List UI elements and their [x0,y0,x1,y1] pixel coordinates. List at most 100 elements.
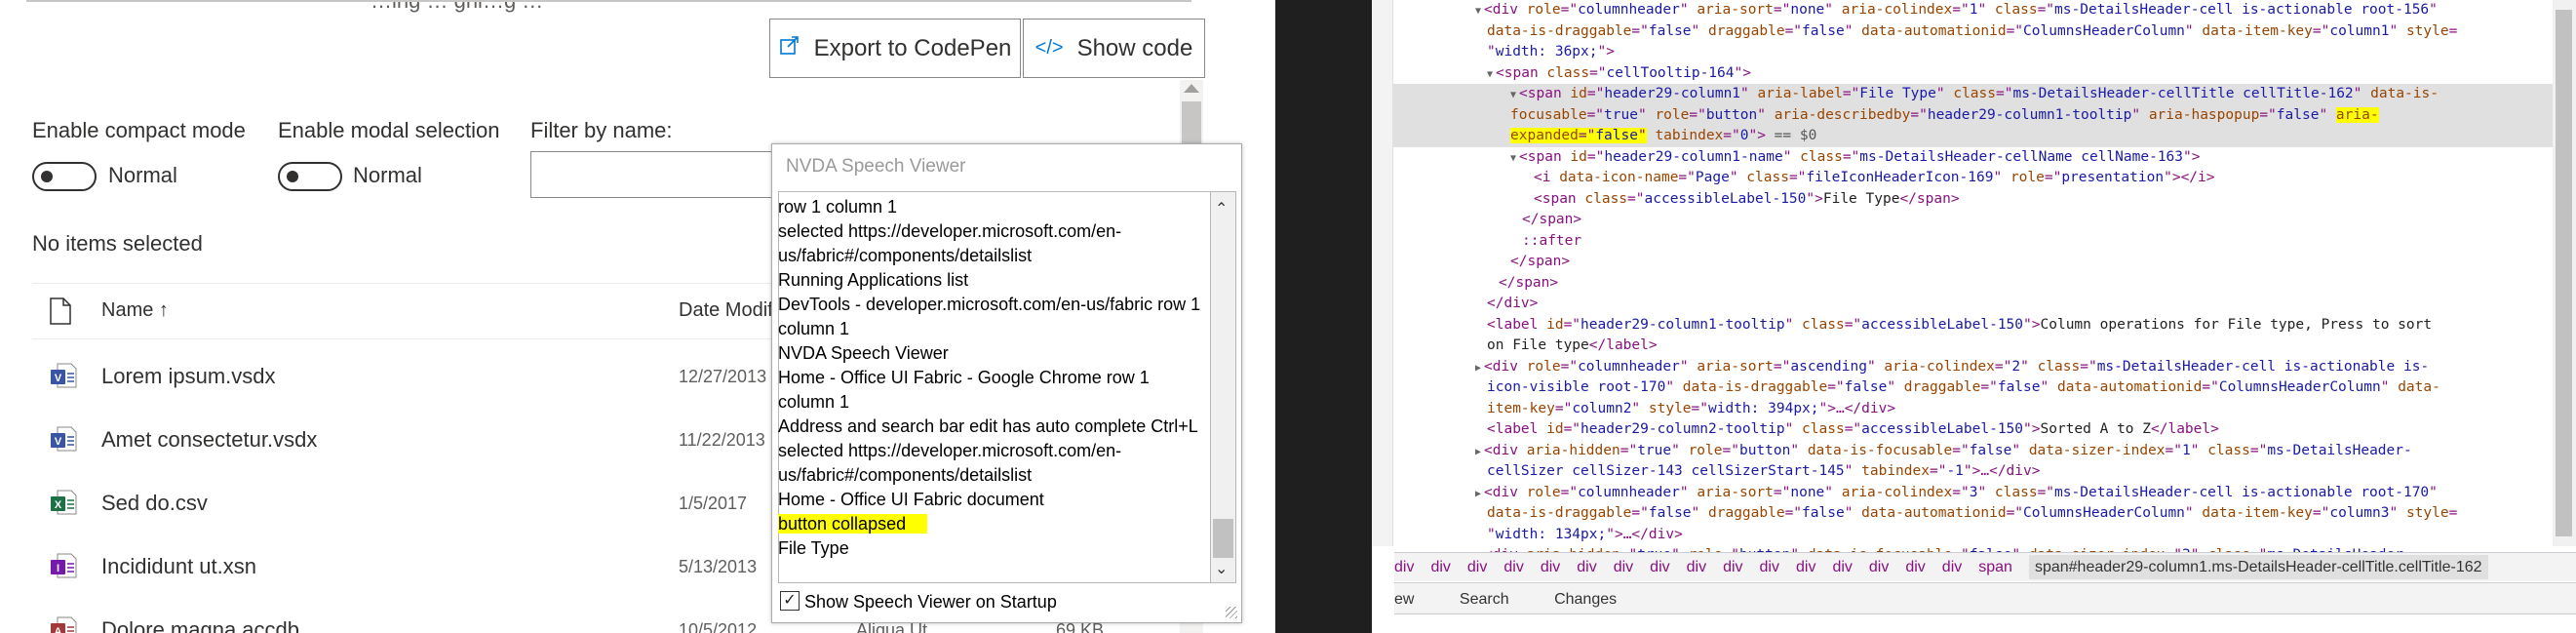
dom-token: =" [1560,358,1579,375]
column-header-file-type[interactable] [39,295,84,332]
dom-node-line[interactable]: </div> [1487,294,1538,315]
dom-node-line[interactable]: data-is-draggable="false" draggable="fal… [1487,503,2457,525]
breadcrumb-item[interactable]: div [1796,559,1815,575]
speech-line-text: selected https://developer.microsoft.com… [778,441,1122,460]
scroll-up-arrow-icon[interactable] [1184,84,1199,93]
dom-tree-scrollbar-thumb[interactable] [2556,10,2572,536]
dom-token: =" [2044,170,2062,185]
breadcrumb-item[interactable]: div [1430,559,1450,575]
breadcrumb-current[interactable]: span#header29-column1.ms-DetailsHeader-c… [2028,555,2488,579]
breadcrumb-item[interactable]: div [1614,559,1633,575]
modal-selection-toggle[interactable] [278,162,342,191]
dom-node-line[interactable]: icon-visible root-170" data-is-draggable… [1487,377,2440,399]
dom-token: role [2010,170,2045,185]
file-name[interactable]: Incididunt ut.xsn [101,554,256,579]
dom-node-line[interactable]: cellSizer cellSizer-143 cellSizerStart-1… [1487,461,2040,483]
dom-node-line[interactable]: "width: 36px;"> [1487,42,1615,63]
export-to-codepen-button[interactable]: Export to CodePen [769,19,1021,78]
breadcrumb-item[interactable]: div [1650,559,1669,575]
expand-triangle-closed-icon[interactable]: ▶ [1475,363,1481,374]
dom-node-line[interactable]: item-key="column2" style="width: 394px;"… [1487,399,1895,420]
show-code-button[interactable]: </> Show code [1023,19,1205,78]
dom-node-line[interactable]: ▼ <span class="cellTooltip-164"> [1487,63,1751,86]
expand-triangle-open-icon[interactable]: ▼ [1475,6,1481,17]
breadcrumb-item[interactable]: div [1760,559,1779,575]
resize-grip-icon[interactable] [1226,607,1237,618]
dom-token: role [1526,358,1561,375]
dom-node-line[interactable]: ▼ <div role="columnheader" aria-sort="non… [1475,0,2438,22]
breadcrumb-item[interactable]: div [1942,559,1962,575]
dom-node-line[interactable]: ▶<div aria-hidden="true" role="button" d… [1475,441,2412,463]
styles-filter-bar[interactable] [1394,615,2576,633]
dom-token: draggable [1903,379,1981,395]
dom-token: presentation [2061,170,2165,185]
breadcrumb-item[interactable]: div [1394,559,1414,575]
dom-token: </div> [1487,296,1539,311]
breadcrumb-item[interactable]: div [1832,559,1852,575]
export-label: Export to CodePen [813,34,1012,61]
dom-node-line[interactable]: </span> [1499,273,1558,295]
dom-token: data-icon-name [1559,170,1679,185]
expand-triangle-closed-icon[interactable]: ▶ [1475,489,1481,499]
dom-node-line[interactable]: <i data-icon-name="Page" class="fileIcon… [1534,168,2214,189]
expand-triangle-closed-icon[interactable]: ▶ [1475,447,1481,457]
toggle-knob [41,171,53,182]
expand-triangle-open-icon[interactable]: ▼ [1487,69,1493,80]
dom-node-line[interactable]: </span> [1522,210,1581,231]
dom-node-line[interactable]: </span> [1510,252,1570,273]
dom-token: button [1705,106,1758,123]
breadcrumb-item[interactable]: div [1687,559,1706,575]
breadcrumb-item[interactable]: span [1978,559,2012,575]
dom-node-line[interactable]: <label id="header29-column2-tooltip" cla… [1487,419,2219,441]
dom-node-line[interactable]: ▼ <span id="header29-column1-name" class=… [1510,147,2200,170]
dom-token: =" [2202,379,2219,395]
tab-changes[interactable]: Changes [1554,591,1617,608]
dom-token: " [2020,358,2038,375]
dom-node-line[interactable]: <label id="header29-column1-tooltip" cla… [1487,315,2432,336]
scroll-up-arrow-icon[interactable]: ⌃ [1215,199,1228,218]
dom-tree[interactable]: ▼ <div role="columnheader" aria-sort="non… [1372,0,2553,563]
breadcrumb-item[interactable]: div [1577,559,1596,575]
breadcrumb-item[interactable]: div [1541,559,1560,575]
breadcrumb-item[interactable]: div [1723,559,1742,575]
show-on-startup-label[interactable]: Show Speech Viewer on Startup [804,592,1057,613]
breadcrumb-item[interactable]: div [1869,559,1889,575]
breadcrumb-item[interactable]: div [1503,559,1523,575]
dom-node-line[interactable]: expanded="false" tabindex="0"> == $0 [1393,126,2553,147]
dom-node-line[interactable]: ▼ <span id="header29-column1" aria-label=… [1393,84,2553,106]
dom-token: class [1584,190,1628,207]
file-name[interactable]: Dolore magna.accdb [101,617,299,633]
dom-node-line[interactable]: data-is-draggable="false" draggable="fal… [1487,21,2457,43]
dom-token: "> [2023,421,2041,437]
dom-token: aria-sort [1697,484,1774,500]
speech-output-scrollbar-thumb[interactable] [1213,519,1233,558]
expand-triangle-open-icon[interactable]: ▼ [1510,90,1516,100]
show-on-startup-checkbox[interactable]: ✓ [780,591,800,611]
breadcrumb-item[interactable]: div [1905,559,1925,575]
file-name[interactable]: Lorem ipsum.vsdx [101,364,276,389]
scroll-down-arrow-icon[interactable]: ⌄ [1215,559,1228,578]
dom-node-line[interactable]: ::after [1522,231,1581,253]
dom-token: columnheader [1578,2,1680,18]
dom-node-line[interactable]: "width: 134px;">…</div> [1487,525,1683,546]
breadcrumb-item[interactable]: div [1467,559,1487,575]
tab-view[interactable]: ew [1394,591,1414,608]
dom-node-line[interactable]: on File type</label> [1487,336,1658,357]
dom-token: ms-DetailsHeader-cell is-actionable is- [2096,358,2430,375]
dom-node-line[interactable]: focusable="true" role="button" aria-desc… [1393,104,2553,126]
dom-node-line[interactable]: ▶ <div role="columnheader" aria-sort="non… [1475,483,2438,505]
tab-search[interactable]: Search [1460,591,1509,608]
dom-token: <label [1487,316,1547,333]
dom-node-line[interactable]: <span class="accessibleLabel-150">File T… [1534,189,1960,211]
file-name[interactable]: Sed do.csv [101,491,208,516]
dom-token: " [2190,442,2208,458]
expand-triangle-open-icon[interactable]: ▼ [1510,153,1516,164]
filter-by-name-input[interactable] [530,151,794,198]
dom-node-line[interactable]: ▶ <div role="columnheader" aria-sort="asc… [1475,357,2429,379]
dom-token: " [1844,22,1862,39]
dom-token: =" [1788,170,1807,185]
column-header-name[interactable]: Name ↑ [101,299,169,322]
compact-mode-state: Normal [108,163,177,187]
compact-mode-toggle[interactable] [32,162,97,191]
file-name[interactable]: Amet consectetur.vsdx [101,427,317,453]
